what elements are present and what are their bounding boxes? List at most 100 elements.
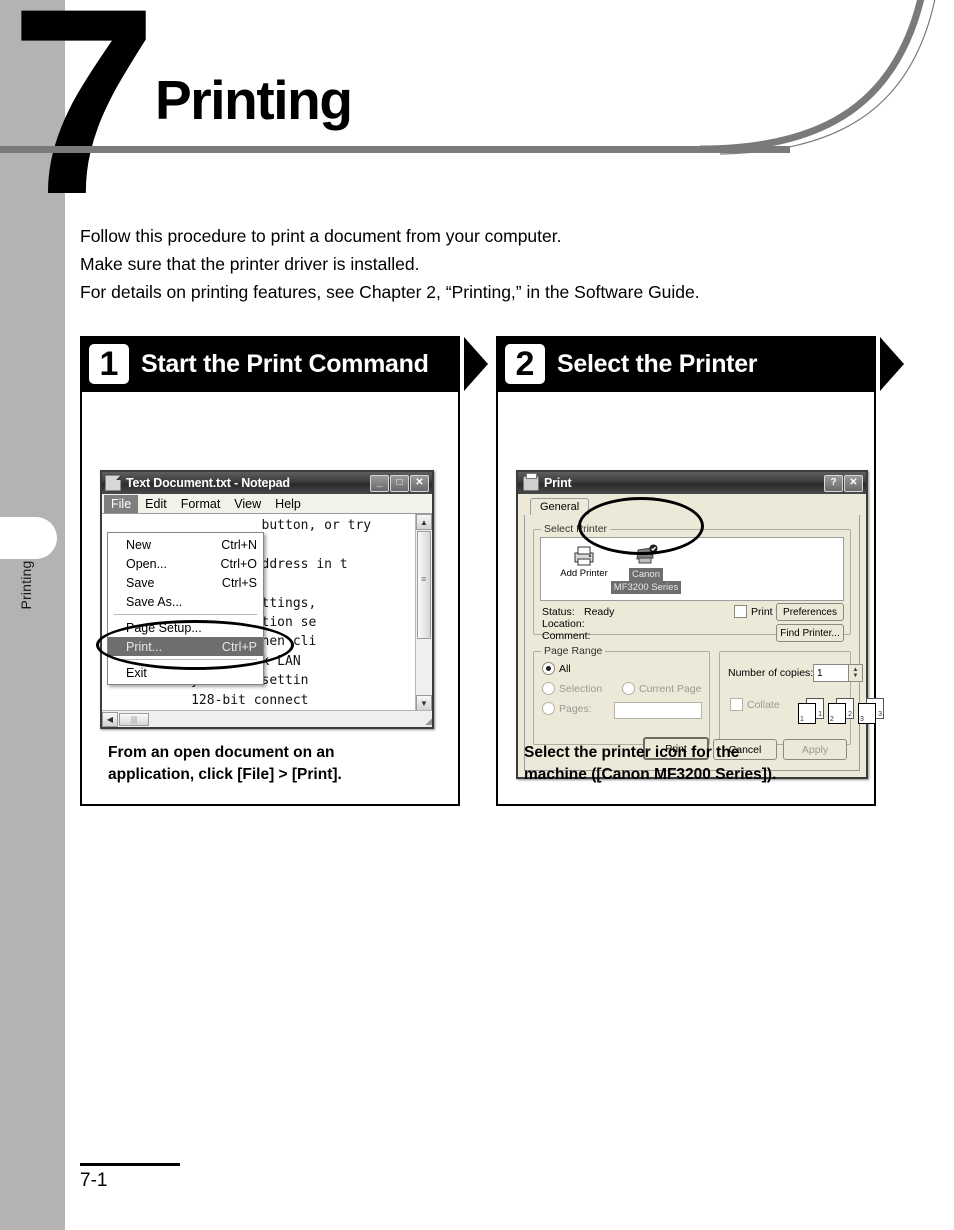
notepad-app-icon [105, 475, 121, 491]
pages-input[interactable] [614, 702, 702, 719]
print-dialog-window-controls: ? ✕ [824, 474, 863, 492]
menu-item-new-accel: Ctrl+N [221, 537, 257, 552]
close-icon[interactable]: ✕ [844, 474, 863, 492]
menu-item-exit[interactable]: Exit [108, 663, 263, 682]
menu-item-open[interactable]: Open... Ctrl+O [108, 554, 263, 573]
menu-item-open-accel: Ctrl+O [220, 556, 257, 571]
collate-label: Collate [747, 698, 780, 711]
radio-pages[interactable]: Pages: [542, 702, 592, 715]
page-range-group-label: Page Range [541, 645, 606, 657]
preferences-button[interactable]: Preferences [776, 603, 844, 621]
tab-general[interactable]: General [530, 498, 590, 516]
step-2-caption-line-2: machine ([Canon MF3200 Series]). [524, 766, 777, 783]
step-1-next-arrow-icon [464, 337, 488, 391]
scroll-down-icon[interactable]: ▼ [416, 695, 432, 711]
close-icon[interactable]: ✕ [410, 474, 429, 492]
menu-item-exit-label: Exit [126, 665, 147, 680]
menu-item-save-as[interactable]: Save As... [108, 592, 263, 611]
notepad-title-text: Text Document.txt - Notepad [126, 476, 290, 490]
page-title: Printing [155, 69, 353, 131]
canon-printer-label-line-2: MF3200 Series [610, 581, 682, 594]
status-value: Ready [584, 606, 615, 618]
step-1-header: 1 Start the Print Command [80, 336, 460, 392]
checkbox-box [734, 605, 747, 618]
canon-printer-icon [609, 542, 683, 568]
notepad-horizontal-scrollbar[interactable]: ◀ ||| [102, 710, 432, 727]
menu-format[interactable]: Format [174, 495, 228, 513]
page-number: 7-1 [80, 1170, 108, 1191]
minimize-icon[interactable]: _ [370, 474, 389, 492]
horizontal-scroll-thumb[interactable]: ||| [119, 712, 149, 726]
scroll-left-icon[interactable]: ◀ [102, 711, 118, 727]
menu-help[interactable]: Help [268, 495, 308, 513]
collate-preview-1: 1 1 [798, 698, 824, 724]
printer-icon [523, 472, 539, 491]
scroll-up-icon[interactable]: ▲ [416, 514, 432, 530]
radio-dot [542, 682, 555, 695]
radio-all-label: All [559, 662, 571, 675]
menu-item-print-accel: Ctrl+P [221, 639, 257, 654]
intro-paragraph: Follow this procedure to print a documen… [80, 222, 880, 306]
step-panel-1: 1 Start the Print Command Text Document.… [80, 336, 460, 806]
printer-item-canon-mf3200[interactable]: Canon MF3200 Series [609, 542, 683, 594]
find-printer-button[interactable]: Find Printer... [776, 624, 844, 642]
menu-item-save[interactable]: Save Ctrl+S [108, 573, 263, 592]
radio-selection[interactable]: Selection [542, 682, 602, 695]
spin-down-icon[interactable]: ▼ [853, 673, 859, 679]
canon-printer-label: Canon MF3200 Series [609, 568, 683, 594]
menu-item-print[interactable]: Print... Ctrl+P [108, 637, 263, 656]
maximize-icon[interactable]: □ [390, 474, 409, 492]
step-1-heading: Start the Print Command [141, 349, 429, 378]
menu-view[interactable]: View [227, 495, 268, 513]
menu-file[interactable]: File [104, 494, 139, 513]
copies-stepper[interactable]: ▲ ▼ [848, 664, 863, 682]
intro-line-3: For details on printing features, see Ch… [80, 282, 700, 302]
collate-page-front-3: 3 [858, 703, 876, 724]
step-2-badge: 2 [505, 344, 545, 384]
notepad-vertical-scrollbar[interactable]: ▲ ▼ [415, 514, 432, 711]
menu-edit[interactable]: Edit [138, 495, 174, 513]
help-icon[interactable]: ? [824, 474, 843, 492]
notepad-file-menu: New Ctrl+N Open... Ctrl+O Save Ctrl+S Sa… [107, 532, 264, 685]
vertical-scroll-thumb[interactable] [417, 531, 431, 639]
print-dialog-window: Print ? ✕ General Select Printer Add Pri… [516, 470, 884, 779]
notepad-window-controls: _ □ ✕ [370, 474, 429, 492]
chapter-number: 7 [10, 0, 157, 250]
menu-item-new[interactable]: New Ctrl+N [108, 535, 263, 554]
menu-separator-1 [114, 614, 257, 615]
step-1-caption: From an open document on an application,… [108, 742, 438, 786]
menu-item-page-setup[interactable]: Page Setup... [108, 618, 263, 637]
radio-current-page-label: Current Page [639, 682, 702, 695]
step-panel-2: 2 Select the Printer Print ? ✕ General S… [496, 336, 884, 806]
intro-line-1: Follow this procedure to print a documen… [80, 226, 562, 246]
radio-dot [542, 662, 555, 675]
step-1-caption-line-2: application, click [File] > [Print]. [108, 766, 342, 783]
collate-preview-2: 2 2 [828, 698, 854, 724]
page-range-group: Page Range All Selection Current Page Pa… [533, 645, 710, 745]
radio-dot [542, 702, 555, 715]
menu-separator-2 [114, 659, 257, 660]
print-dialog-titlebar[interactable]: Print ? ✕ [518, 472, 866, 494]
select-printer-group-label: Select Printer [541, 523, 611, 535]
collate-checkbox[interactable]: Collate [730, 698, 780, 711]
footer-divider-rule [80, 1163, 180, 1166]
radio-all[interactable]: All [542, 662, 571, 675]
printer-list[interactable]: Add Printer Canon MF3200 Series [540, 537, 844, 601]
radio-current-page[interactable]: Current Page [622, 682, 701, 695]
step-1-badge: 1 [89, 344, 129, 384]
canon-printer-label-line-1: Canon [629, 568, 663, 581]
copies-input[interactable]: 1 [813, 664, 852, 682]
menu-item-page-setup-label: Page Setup... [126, 620, 202, 635]
step-2-next-arrow-icon [880, 337, 904, 391]
notepad-titlebar[interactable]: Text Document.txt - Notepad _ □ ✕ [102, 472, 432, 494]
menu-item-save-accel: Ctrl+S [221, 575, 257, 590]
step-2-body: Print ? ✕ General Select Printer Add Pri… [496, 392, 884, 806]
copies-label: Number of copies: [728, 667, 814, 679]
status-label: Status: [542, 606, 575, 618]
menu-item-print-label: Print... [126, 639, 163, 654]
print-dialog-title-text: Print [544, 476, 572, 490]
checkbox-box [730, 698, 743, 711]
step-2-header: 2 Select the Printer [496, 336, 876, 392]
resize-grip-icon[interactable]: ◢ [416, 711, 432, 727]
radio-pages-label: Pages: [559, 702, 592, 715]
